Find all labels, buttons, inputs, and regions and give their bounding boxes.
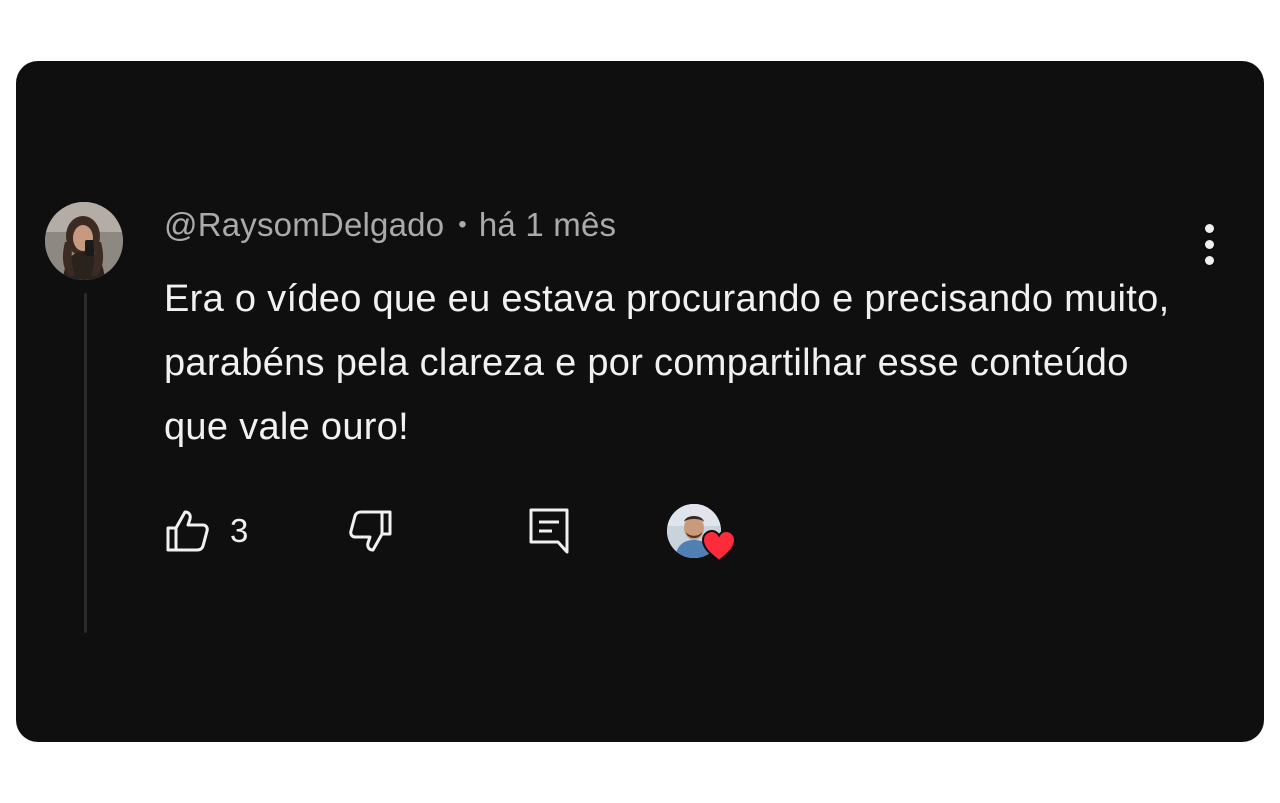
reply-comment-icon [529, 508, 569, 554]
author-avatar-image [45, 202, 123, 280]
thumbs-down-icon [349, 510, 392, 552]
author-avatar[interactable] [45, 202, 123, 280]
thread-line [84, 293, 87, 633]
reply-button[interactable] [526, 501, 572, 561]
comment-meta: @RaysomDelgado • há 1 mês [164, 206, 616, 244]
comment-card: @RaysomDelgado • há 1 mês Era o vídeo que … [16, 61, 1264, 742]
meta-separator: • [458, 211, 467, 238]
creator-heart [667, 504, 737, 564]
comment-timestamp[interactable]: há 1 mês [479, 206, 616, 243]
dislike-button[interactable] [346, 501, 394, 561]
thumbs-up-icon [166, 510, 209, 552]
like-button[interactable]: 3 [164, 501, 248, 561]
more-vertical-icon[interactable] [1190, 219, 1230, 269]
heart-icon [701, 529, 737, 563]
author-handle[interactable]: @RaysomDelgado [164, 206, 444, 243]
like-count: 3 [230, 512, 249, 549]
comment-text: Era o vídeo que eu estava procurando e p… [164, 278, 1170, 448]
